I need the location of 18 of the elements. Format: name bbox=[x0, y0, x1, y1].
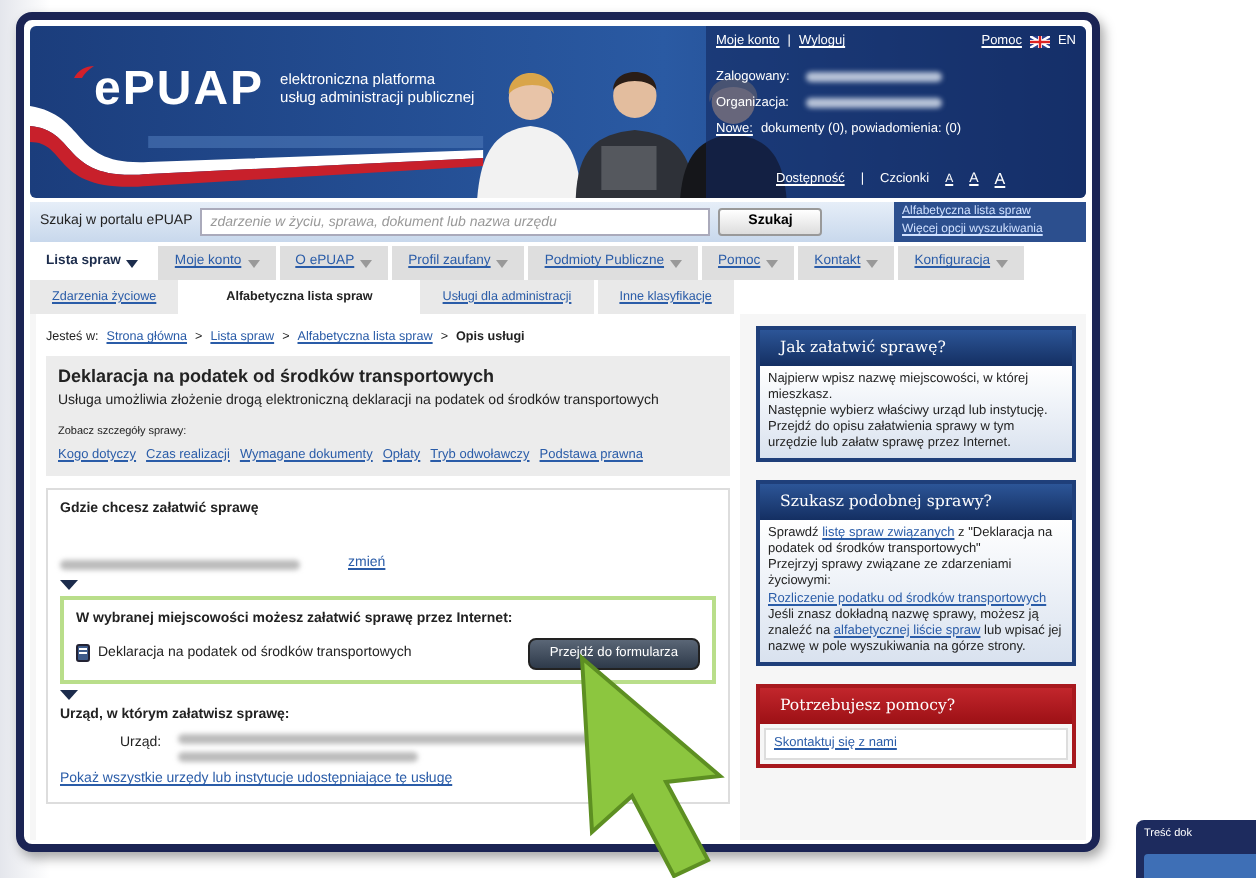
swoosh-icon bbox=[74, 66, 94, 78]
service-title: Deklaracja na podatek od środków transportowych bbox=[58, 364, 497, 391]
blurred-text bbox=[805, 97, 941, 108]
document-icon bbox=[76, 644, 90, 663]
caret-icon bbox=[247, 259, 260, 267]
triangle-icon bbox=[60, 580, 78, 591]
caret-icon bbox=[126, 259, 139, 267]
logo: ePUAP bbox=[94, 66, 265, 114]
font-size-link[interactable]: A bbox=[994, 168, 1006, 192]
caret-icon bbox=[496, 259, 509, 267]
triangle-icon bbox=[60, 689, 78, 700]
blurred-text bbox=[805, 71, 942, 82]
caret-icon bbox=[766, 259, 779, 267]
caret-icon bbox=[360, 259, 373, 267]
caret-icon bbox=[996, 259, 1009, 267]
caret-icon bbox=[866, 259, 879, 267]
caret-icon bbox=[670, 259, 683, 267]
window-content bbox=[1144, 853, 1256, 878]
